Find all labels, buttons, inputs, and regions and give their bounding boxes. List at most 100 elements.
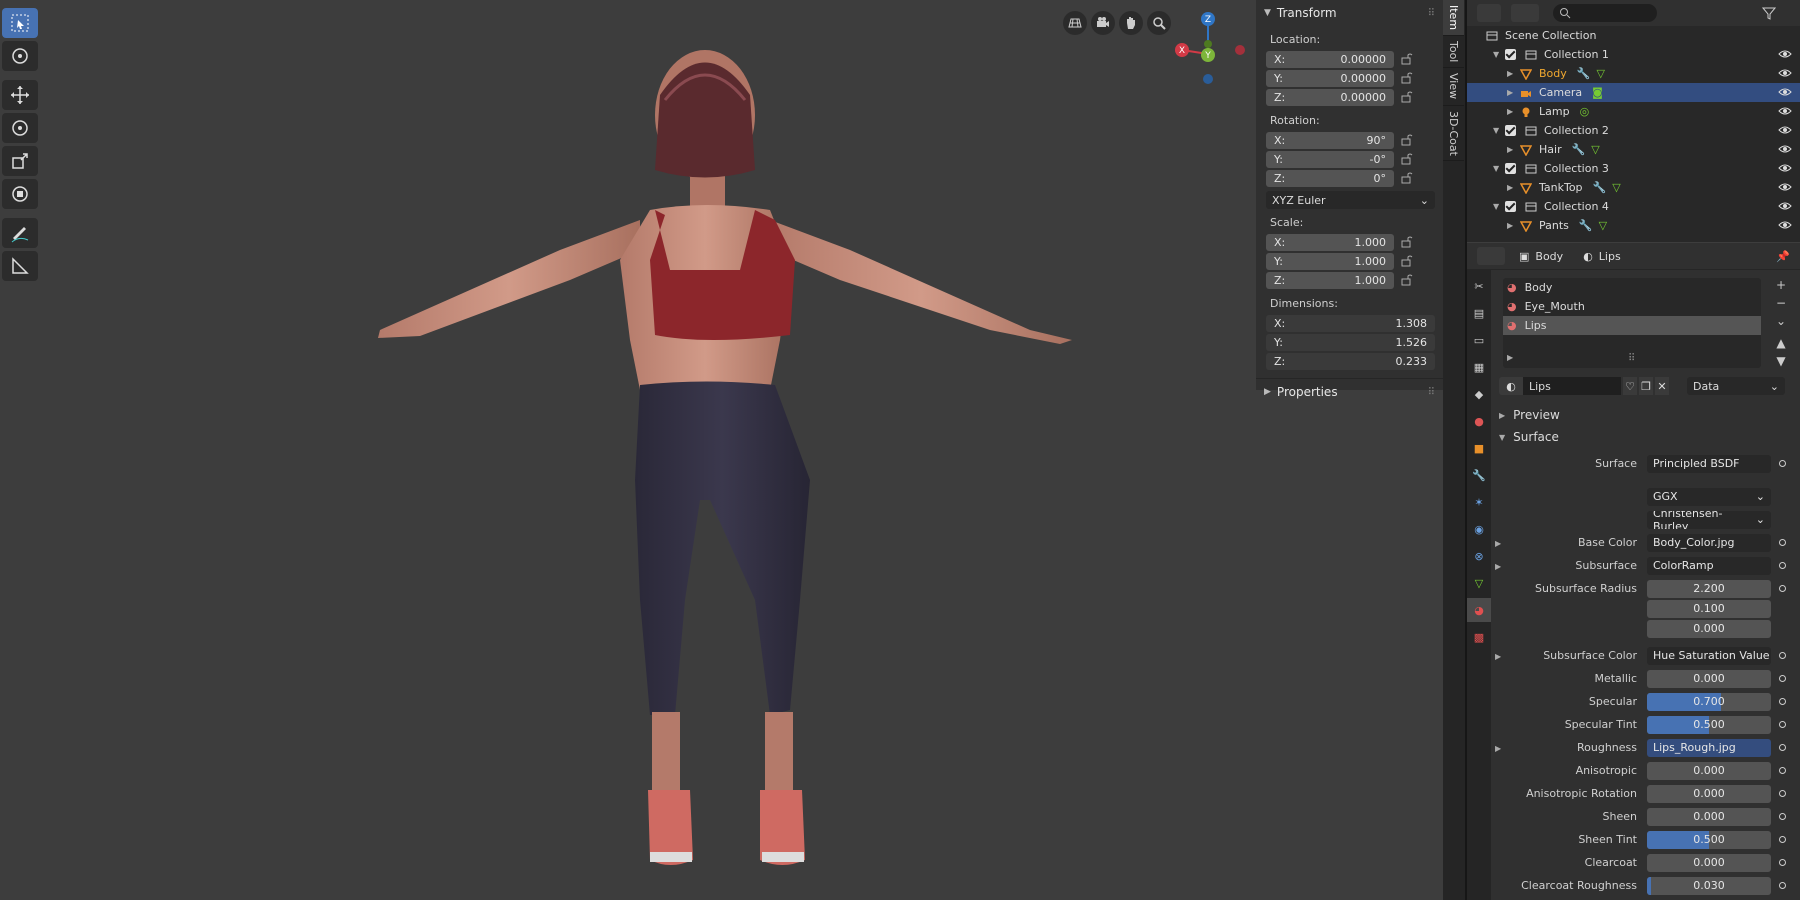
camera-data-icon[interactable]: ◙ [1592, 86, 1603, 99]
tab-scene[interactable]: ◆ [1467, 382, 1491, 406]
outliner-row[interactable]: ▶ Hair 🔧 ▽ [1467, 140, 1800, 159]
property-value-field[interactable]: Lips_Rough.jpg [1647, 738, 1771, 757]
3d-viewport[interactable]: Z X Y [0, 0, 1443, 900]
property-value-field[interactable]: 0.000 [1647, 669, 1771, 688]
transform-panel-header[interactable]: ▼ Transform ⠿ [1256, 0, 1443, 26]
add-slot-icon[interactable]: + [1776, 278, 1786, 292]
scale-x-field[interactable]: X: 1.000 [1266, 233, 1394, 251]
modifier-icon[interactable]: 🔧 [1593, 181, 1607, 194]
location-z-field[interactable]: Z: 0.00000 [1266, 88, 1394, 106]
visibility-eye-icon[interactable] [1778, 219, 1792, 231]
tab-world[interactable]: ● [1467, 409, 1491, 433]
tab-object[interactable]: ■ [1467, 436, 1491, 460]
property-value-field[interactable]: ColorRamp [1647, 556, 1771, 575]
property-value-field[interactable]: 0.700 [1647, 692, 1771, 711]
pin-icon[interactable]: 📌 [1776, 250, 1790, 263]
collapse-icon[interactable]: ▼ [1493, 164, 1505, 173]
socket-icon[interactable] [1779, 539, 1786, 546]
property-value-field[interactable]: Body_Color.jpg [1647, 533, 1771, 552]
modifier-icon[interactable]: 🔧 [1577, 67, 1591, 80]
visibility-eye-icon[interactable] [1778, 162, 1792, 174]
expand-icon[interactable]: ▶ [1507, 69, 1519, 78]
tab-texture[interactable]: ▩ [1467, 625, 1491, 649]
visibility-eye-icon[interactable] [1778, 105, 1792, 117]
lock-icon[interactable] [1400, 254, 1414, 268]
tab-view[interactable]: View [1443, 68, 1464, 106]
list-resize-grip[interactable]: ⠿ [1628, 353, 1635, 364]
tab-data[interactable]: ▽ [1467, 571, 1491, 595]
tab-item[interactable]: Item [1443, 0, 1464, 37]
perspective-toggle[interactable] [1063, 11, 1087, 35]
outliner-row[interactable]: ▼ Collection 3 [1467, 159, 1800, 178]
visibility-eye-icon[interactable] [1778, 67, 1792, 79]
socket-icon[interactable] [1779, 698, 1786, 705]
collection-checkbox[interactable] [1505, 201, 1516, 212]
editor-type-menu[interactable] [1477, 247, 1505, 265]
visibility-eye-icon[interactable] [1778, 181, 1792, 193]
collapse-icon[interactable]: ▼ [1493, 202, 1505, 211]
property-value-field[interactable]: 0.000 [1647, 761, 1771, 780]
measure-tool[interactable] [2, 251, 38, 281]
collection-checkbox[interactable] [1505, 49, 1516, 60]
mesh-data-icon[interactable]: ▽ [1599, 219, 1607, 232]
tab-constraints[interactable]: ⊗ [1467, 544, 1491, 568]
socket-icon[interactable] [1779, 460, 1786, 467]
outliner-row[interactable]: ▼ Collection 4 [1467, 197, 1800, 216]
preview-section-header[interactable]: ▶ Preview [1491, 404, 1800, 426]
outliner-row[interactable]: ▼ Collection 2 [1467, 121, 1800, 140]
socket-icon[interactable] [1779, 652, 1786, 659]
property-value-field[interactable]: 0.000 [1647, 807, 1771, 826]
transform-tool[interactable] [2, 179, 38, 209]
drag-grip-icon[interactable]: ⠿ [1428, 387, 1435, 398]
location-y-field[interactable]: Y: 0.00000 [1266, 69, 1394, 87]
subsurface-radius-y[interactable]: 0.100 [1647, 599, 1771, 618]
move-down-icon[interactable]: ▼ [1776, 354, 1785, 368]
subsurface-radius-x[interactable]: 2.200 [1647, 579, 1771, 598]
expand-icon[interactable]: ▶ [1495, 652, 1501, 661]
collection-checkbox[interactable] [1505, 125, 1516, 136]
dimensions-z-field[interactable]: Z: 0.233 [1266, 352, 1435, 370]
scale-z-field[interactable]: Z: 1.000 [1266, 271, 1394, 289]
socket-icon[interactable] [1779, 813, 1786, 820]
lock-icon[interactable] [1400, 133, 1414, 147]
tab-material[interactable]: ◕ [1467, 598, 1491, 622]
dimensions-y-field[interactable]: Y: 1.526 [1266, 333, 1435, 351]
socket-icon[interactable] [1779, 767, 1786, 774]
outliner-row[interactable]: ▶ Lamp ◎ [1467, 102, 1800, 121]
tab-tool[interactable]: Tool [1443, 36, 1464, 69]
camera-view-button[interactable] [1091, 11, 1115, 35]
expand-icon[interactable]: ▶ [1495, 562, 1501, 571]
material-slot[interactable]: ◕ Lips [1503, 316, 1761, 335]
socket-icon[interactable] [1779, 882, 1786, 889]
navigation-gizmo[interactable]: Z X Y [1160, 10, 1250, 90]
socket-icon[interactable] [1779, 675, 1786, 682]
expand-icon[interactable]: ▶ [1495, 744, 1501, 753]
material-slot[interactable]: ◕ Body [1503, 278, 1761, 297]
lock-icon[interactable] [1400, 273, 1414, 287]
rotation-z-field[interactable]: Z: 0° [1266, 169, 1394, 187]
mesh-data-icon[interactable]: ▽ [1612, 181, 1620, 194]
visibility-eye-icon[interactable] [1778, 143, 1792, 155]
pan-button[interactable] [1119, 11, 1143, 35]
unlink-icon[interactable]: ✕ [1655, 377, 1669, 395]
outliner-row[interactable]: ▼ Collection 1 [1467, 45, 1800, 64]
rotate-tool[interactable] [2, 113, 38, 143]
cursor-tool[interactable] [2, 41, 38, 71]
rotation-x-field[interactable]: X: 90° [1266, 131, 1394, 149]
annotate-tool[interactable] [2, 218, 38, 248]
expand-icon[interactable]: ▶ [1507, 221, 1519, 230]
chevron-down-icon[interactable]: ⌄ [1776, 314, 1786, 328]
outliner-row[interactable]: ▶ TankTop 🔧 ▽ [1467, 178, 1800, 197]
property-value-field[interactable]: Hue Saturation Value [1647, 646, 1771, 665]
surface-section-header[interactable]: ▼ Surface [1491, 426, 1800, 448]
modifier-icon[interactable]: 🔧 [1572, 143, 1586, 156]
rotation-y-field[interactable]: Y: -0° [1266, 150, 1394, 168]
visibility-eye-icon[interactable] [1778, 86, 1792, 98]
link-mode-dropdown[interactable]: Data ⌄ [1687, 377, 1785, 395]
properties-panel-header[interactable]: ▶ Properties ⠿ [1256, 378, 1443, 405]
rotation-mode-dropdown[interactable]: XYZ Euler ⌄ [1266, 191, 1435, 209]
drag-grip-icon[interactable]: ⠿ [1428, 8, 1435, 19]
lock-icon[interactable] [1400, 71, 1414, 85]
tab-3dcoat[interactable]: 3D-Coat [1443, 106, 1464, 162]
tab-physics[interactable]: ◉ [1467, 517, 1491, 541]
